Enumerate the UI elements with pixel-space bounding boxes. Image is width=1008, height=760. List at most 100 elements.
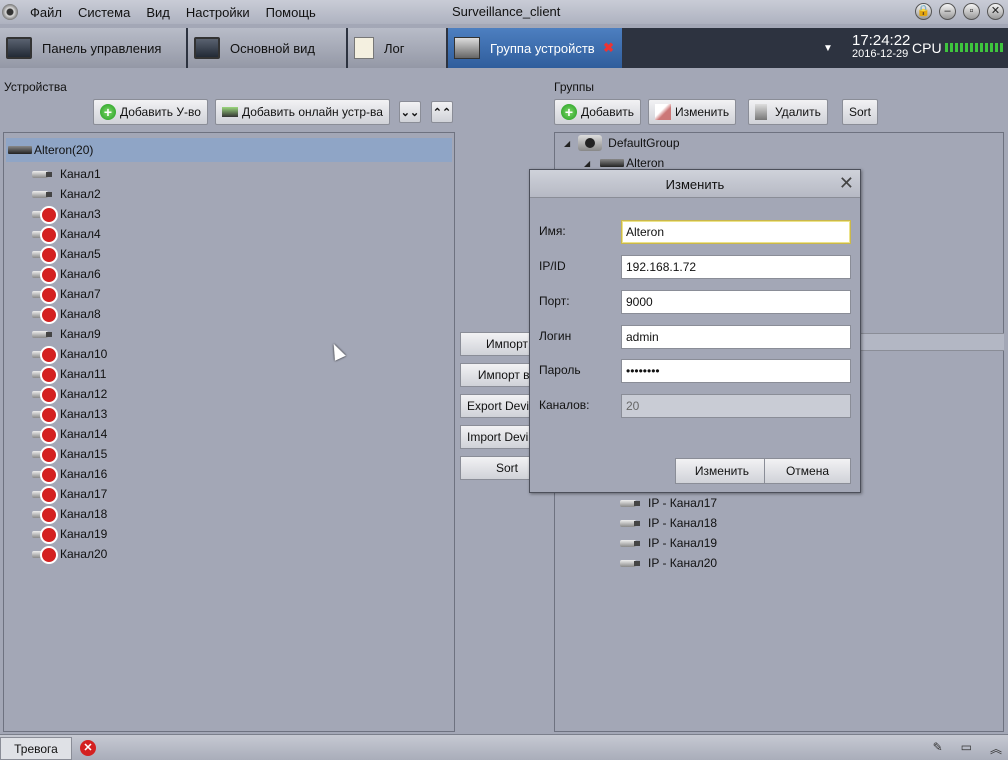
group-channel-item[interactable]: IP - Канал19: [620, 533, 717, 553]
delete-group-button[interactable]: Удалить: [748, 99, 828, 125]
devices-title: Устройства: [4, 80, 67, 94]
edit-icon: [655, 104, 671, 120]
window-icon[interactable]: ▭: [961, 740, 972, 757]
tree-expand-icon[interactable]: ◢: [584, 159, 590, 168]
camera-icon: [32, 188, 54, 200]
channel-item[interactable]: Канал1: [32, 164, 101, 184]
channel-label: Канал9: [60, 327, 101, 341]
camera-icon: [620, 537, 642, 549]
maximize-icon[interactable]: ▫: [963, 3, 980, 20]
channel-item[interactable]: Канал12: [32, 384, 107, 404]
port-field[interactable]: [621, 290, 851, 314]
group-channel-label: IP - Канал18: [648, 516, 718, 530]
menu-system[interactable]: Система: [78, 5, 130, 20]
channel-label: Канал18: [60, 507, 108, 521]
channel-item[interactable]: Канал19: [32, 524, 107, 544]
dialog-cancel-button[interactable]: Отмена: [764, 458, 851, 484]
tabs-dropdown-icon[interactable]: ▼: [823, 43, 833, 54]
group-tree-root[interactable]: ◢ DefaultGroup: [564, 133, 680, 153]
channel-item[interactable]: Канал20: [32, 544, 107, 564]
channel-item[interactable]: Канал7: [32, 284, 101, 304]
device-tree-root[interactable]: Alteron(20): [6, 138, 452, 162]
dialog-close-icon[interactable]: ✕: [839, 173, 854, 194]
ip-field[interactable]: [621, 255, 851, 279]
monitor-icon: [194, 37, 220, 59]
expand-all-button[interactable]: ⌄⌄: [399, 101, 421, 123]
group-channel-item[interactable]: IP - Канал17: [620, 493, 717, 513]
password-label: Пароль: [539, 363, 581, 377]
tab-label: Основной вид: [230, 40, 315, 56]
channel-item[interactable]: Канал14: [32, 424, 107, 444]
collapse-all-button[interactable]: ⌃⌃: [431, 101, 453, 123]
menu-settings[interactable]: Настройки: [186, 5, 250, 20]
camera-group-icon: [578, 135, 603, 151]
dialog-ok-button[interactable]: Изменить: [675, 458, 769, 484]
channel-item[interactable]: Канал5: [32, 244, 101, 264]
camera-icon: [620, 517, 642, 529]
channel-item[interactable]: Канал15: [32, 444, 107, 464]
camera-offline-icon: [32, 506, 58, 524]
camera-offline-icon: [32, 546, 58, 564]
window-title: Surveillance_client: [452, 4, 561, 19]
tab-log[interactable]: Лог: [348, 28, 448, 68]
camera-offline-icon: [32, 426, 58, 444]
menu-help[interactable]: Помощь: [266, 5, 316, 20]
dialog-title: Изменить: [665, 177, 725, 192]
channel-item[interactable]: Канал16: [32, 464, 107, 484]
channel-item[interactable]: Канал13: [32, 404, 107, 424]
app-logo-icon: [2, 4, 18, 20]
menu-view[interactable]: Вид: [146, 5, 170, 20]
dvr-icon: [8, 146, 32, 154]
collapse-icon[interactable]: ︽: [990, 740, 1002, 757]
pin-icon[interactable]: ✎: [933, 740, 943, 757]
group-channel-item[interactable]: IP - Канал20: [620, 553, 717, 573]
group-channel-item[interactable]: IP - Канал18: [620, 513, 717, 533]
group-root-label: DefaultGroup: [608, 136, 680, 150]
minimize-icon[interactable]: –: [939, 3, 956, 20]
tab-dashboard[interactable]: Панель управления: [0, 28, 188, 68]
channel-item[interactable]: Канал6: [32, 264, 101, 284]
lock-icon[interactable]: 🔒: [915, 3, 932, 20]
camera-icon: [32, 168, 54, 180]
clock: 17:24:22 2016-12-29: [852, 33, 910, 60]
alarm-icon[interactable]: ✕: [80, 740, 96, 756]
window-controls: 🔒 – ▫ ✕: [915, 3, 1004, 20]
channel-item[interactable]: Канал2: [32, 184, 101, 204]
tab-close-icon[interactable]: ✖: [603, 40, 614, 56]
close-icon[interactable]: ✕: [987, 3, 1004, 20]
password-field[interactable]: [621, 359, 851, 383]
camera-offline-icon: [32, 206, 58, 224]
login-field[interactable]: [621, 325, 851, 349]
edit-group-button[interactable]: Изменить: [648, 99, 737, 125]
channel-item[interactable]: Канал3: [32, 204, 101, 224]
trash-icon: [755, 104, 767, 120]
channel-item[interactable]: Канал8: [32, 304, 101, 324]
add-group-button[interactable]: + Добавить: [554, 99, 642, 125]
tab-device-group[interactable]: Группа устройств ✖: [448, 28, 624, 68]
channels-field: [621, 394, 851, 418]
channel-item[interactable]: Канал4: [32, 224, 101, 244]
clock-date: 2016-12-29: [852, 48, 909, 60]
edit-group-label: Изменить: [675, 105, 730, 119]
channel-label: Канал19: [60, 527, 108, 541]
tree-expand-icon[interactable]: ◢: [564, 139, 570, 148]
sort-groups-button[interactable]: Sort: [842, 99, 879, 125]
add-online-device-button[interactable]: Добавить онлайн устр-ва: [215, 99, 390, 125]
alarm-tab[interactable]: Тревога: [0, 737, 72, 760]
tab-label: Панель управления: [42, 40, 162, 56]
menu-file[interactable]: Файл: [30, 5, 62, 20]
log-icon: [354, 37, 374, 59]
camera-offline-icon: [32, 346, 58, 364]
channel-item[interactable]: Канал17: [32, 484, 107, 504]
channel-item[interactable]: Канал10: [32, 344, 107, 364]
name-field[interactable]: [621, 220, 851, 244]
tab-main-view[interactable]: Основной вид: [188, 28, 348, 68]
channel-item[interactable]: Канал11: [32, 364, 106, 384]
online-device-icon: [222, 107, 238, 117]
group-channel-label: IP - Канал17: [648, 496, 718, 510]
add-device-button[interactable]: + Добавить У-во: [93, 99, 208, 125]
channel-item[interactable]: Канал9: [32, 324, 101, 344]
channel-item[interactable]: Канал18: [32, 504, 107, 524]
edit-device-dialog: Изменить ✕ Имя: IP/ID Порт: Логин Пароль…: [529, 169, 861, 493]
group-channel-label: IP - Канал20: [648, 556, 718, 570]
